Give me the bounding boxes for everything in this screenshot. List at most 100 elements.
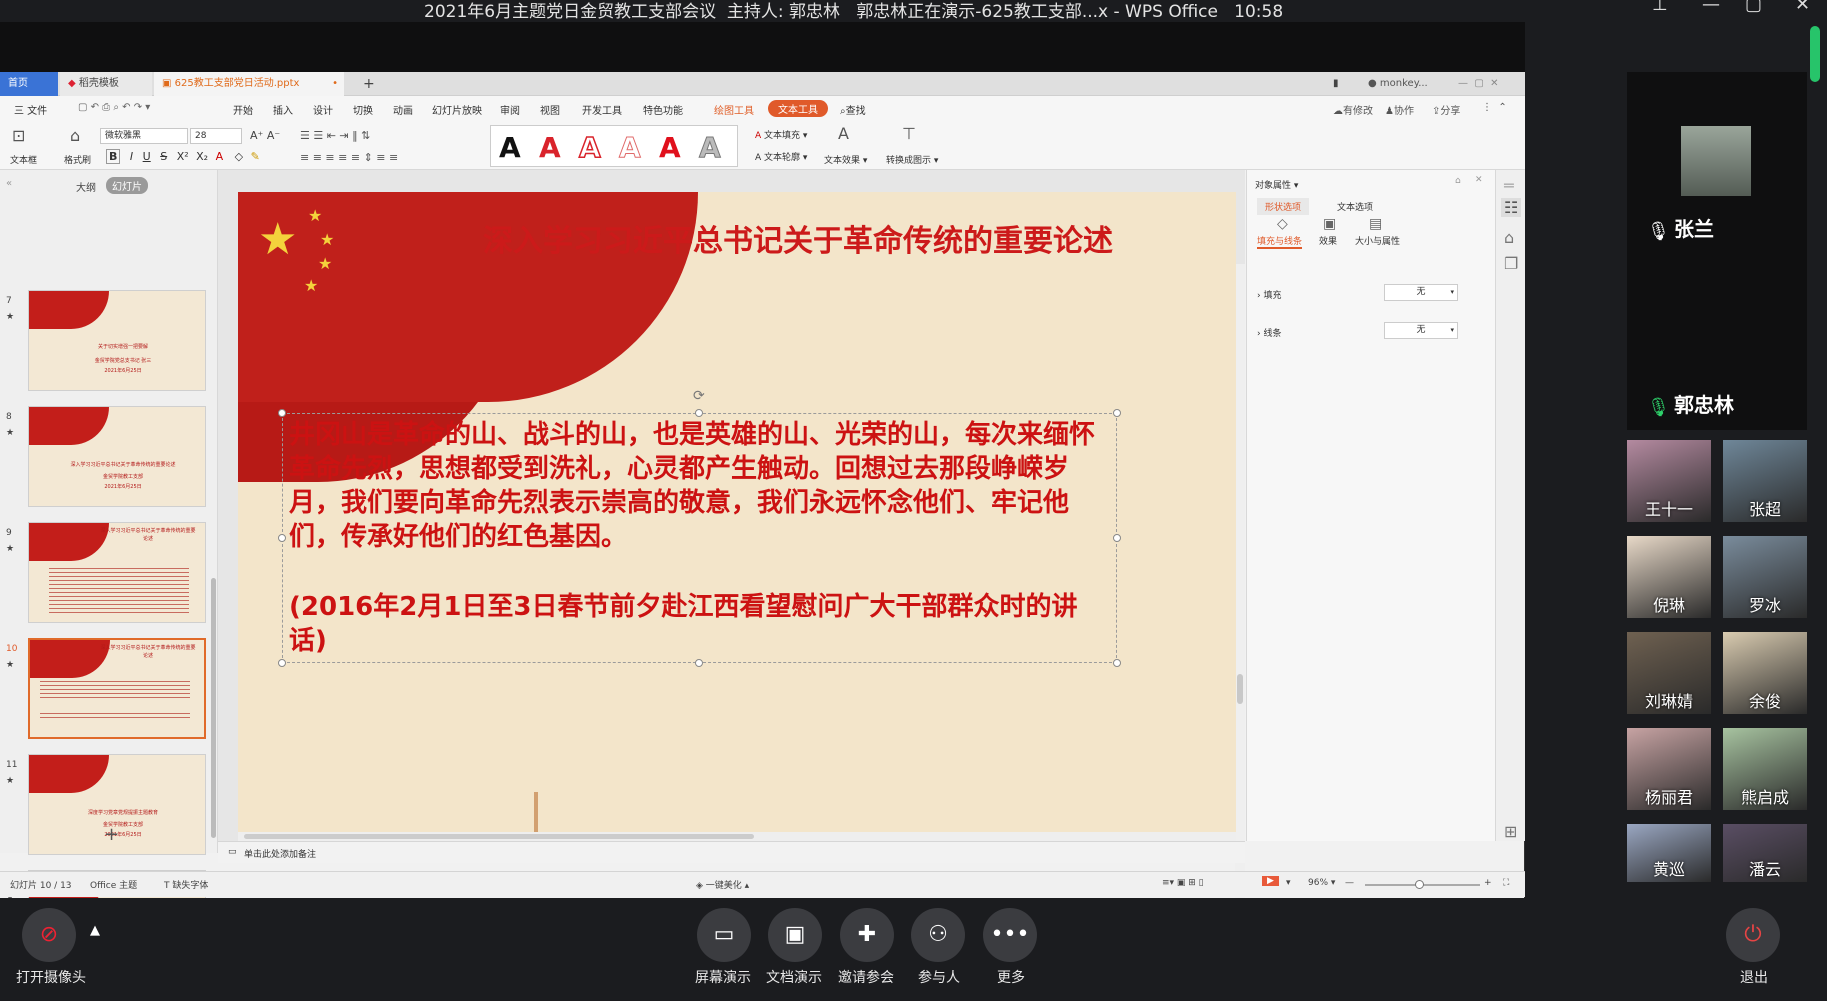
slide-thumb-8[interactable]: 深入学习习近平总书记关于革命传统的重要论述 金贸学院教工支部 2021年6月25…: [28, 406, 206, 507]
speaker-tile-1[interactable]: 🎙 张兰: [1627, 72, 1807, 254]
zoom-level[interactable]: 96% ▾: [1308, 878, 1335, 888]
menu-start[interactable]: 开始: [233, 102, 253, 117]
convert-icon[interactable]: ⊤: [902, 124, 916, 143]
subtab-size[interactable]: 大小与属性: [1355, 234, 1400, 247]
fill-row[interactable]: › 填充: [1257, 288, 1281, 301]
format-brush-button[interactable]: 格式刷: [64, 153, 91, 166]
minimize-icon[interactable]: —: [1702, 0, 1720, 15]
tab-slides[interactable]: 幻灯片: [106, 177, 148, 194]
participant-tile[interactable]: 王十一: [1627, 440, 1711, 522]
participant-tile[interactable]: 潘云: [1723, 824, 1807, 882]
style-black[interactable]: A: [499, 131, 521, 164]
text-effect-button[interactable]: 文本效果 ▾: [824, 153, 867, 166]
screen-share-button[interactable]: ▭: [697, 908, 751, 962]
resize-handle[interactable]: [278, 534, 286, 542]
style-red[interactable]: A: [539, 131, 561, 164]
maximize-icon[interactable]: ▢: [1745, 0, 1762, 15]
window-controls[interactable]: — ▢ ✕: [1450, 72, 1507, 96]
subtab-effect[interactable]: 效果: [1319, 234, 1337, 247]
close-icon[interactable]: ✕: [1475, 175, 1483, 185]
leave-button[interactable]: ⏻: [1726, 908, 1780, 962]
participant-tile[interactable]: 张超: [1723, 440, 1807, 522]
paragraph-align-icons[interactable]: ≡ ≡ ≡ ≡ ≡ ⇕ ≡ ≡: [300, 151, 398, 164]
tab-outline[interactable]: 大纲: [76, 179, 96, 194]
shape-icon[interactable]: ⌂: [1504, 228, 1514, 247]
participant-tile[interactable]: 杨丽君: [1627, 728, 1711, 810]
resize-handle[interactable]: [1113, 659, 1121, 667]
superscript-button[interactable]: X²: [177, 150, 189, 163]
collapse-icon[interactable]: ═: [1504, 176, 1514, 195]
copy-icon[interactable]: ❐: [1504, 254, 1518, 273]
participant-tile[interactable]: 刘琳婧: [1627, 632, 1711, 714]
style-bright-red[interactable]: A: [659, 131, 681, 164]
properties-icon[interactable]: ☷: [1501, 198, 1522, 217]
scroll-thumb[interactable]: [1237, 674, 1243, 704]
scroll-thumb[interactable]: [244, 834, 754, 839]
menu-drawing-tools[interactable]: 绘图工具: [714, 102, 754, 117]
menu-view[interactable]: 视图: [540, 102, 560, 117]
strike-button[interactable]: S: [160, 150, 167, 163]
panel-scrollbar[interactable]: [1810, 26, 1820, 82]
slide-title[interactable]: 深入学习习近平总书记关于革命传统的重要论述: [398, 216, 1198, 260]
font-name-select[interactable]: 微软雅黑: [100, 128, 188, 144]
tab-document[interactable]: ▣ 625教工支部党日活动.pptx •: [154, 72, 344, 96]
slide-thumb-10-selected[interactable]: 深入学习习近平总书记关于革命传统的重要论述: [28, 638, 206, 739]
text-effect-icon[interactable]: A: [838, 124, 849, 143]
share-button[interactable]: ⇪分享: [1432, 102, 1460, 117]
speaker-tile-2[interactable]: 🎙 郭忠林: [1627, 254, 1807, 430]
resize-handle[interactable]: [278, 409, 286, 417]
participants-button[interactable]: ⚇: [911, 908, 965, 962]
clear-format-icon[interactable]: ◇: [235, 150, 243, 163]
menu-slideshow[interactable]: 幻灯片放映: [432, 102, 482, 117]
textbox-button[interactable]: 文本框: [10, 153, 37, 166]
resize-handle[interactable]: [1113, 534, 1121, 542]
zoom-in-icon[interactable]: +: [1484, 878, 1492, 888]
menu-design[interactable]: 设计: [313, 102, 333, 117]
menu-file[interactable]: 三 文件: [14, 102, 47, 117]
font-color-button[interactable]: A: [216, 150, 224, 163]
menu-features[interactable]: 特色功能: [643, 102, 683, 117]
zoom-slider[interactable]: [1365, 880, 1480, 889]
textbox-icon[interactable]: ⊡: [12, 126, 25, 145]
style-red-outline[interactable]: A: [578, 130, 601, 165]
fill-line-icon[interactable]: ◇: [1277, 216, 1288, 232]
close-icon[interactable]: ✕: [1795, 0, 1810, 15]
user-account[interactable]: ● monkey...: [1360, 72, 1436, 96]
font-grow-shrink-icons[interactable]: A⁺ A⁻: [250, 129, 280, 142]
menu-insert[interactable]: 插入: [273, 102, 293, 117]
notes-placeholder[interactable]: 单击此处添加备注: [244, 847, 316, 860]
menu-transition[interactable]: 切换: [353, 102, 373, 117]
notes-bar[interactable]: ▭ 单击此处添加备注: [218, 841, 1245, 863]
participant-tile[interactable]: 熊启成: [1723, 728, 1807, 810]
slide-textbox-selected[interactable]: 井冈山是革命的山、战斗的山，也是英雄的山、光荣的山，每次来缅怀革命先烈，思想都受…: [278, 409, 1121, 667]
menu-review[interactable]: 审阅: [500, 102, 520, 117]
participant-tile[interactable]: 余俊: [1723, 632, 1807, 714]
lock-icon[interactable]: ⌂: [1455, 176, 1461, 186]
beautify-button[interactable]: ◈ 一键美化 ▴: [696, 878, 749, 891]
text-fill-button[interactable]: A 文本填充 ▾: [755, 128, 807, 141]
camera-button[interactable]: ⊘: [22, 908, 76, 962]
line-row[interactable]: › 线条: [1257, 326, 1281, 339]
menu-developer[interactable]: 开发工具: [582, 102, 622, 117]
new-tab-button[interactable]: +: [355, 72, 383, 96]
tab-home[interactable]: 首页: [0, 72, 58, 96]
play-dropdown-icon[interactable]: ▾: [1286, 878, 1291, 888]
changes-button[interactable]: ☁有修改: [1333, 102, 1373, 117]
resize-handle[interactable]: [278, 659, 286, 667]
zoom-slider-thumb[interactable]: [1415, 880, 1424, 889]
fit-window-icon[interactable]: ⛶: [1503, 878, 1509, 888]
tab-shape-options[interactable]: 形状选项: [1257, 198, 1310, 215]
doc-present-button[interactable]: ▣: [768, 908, 822, 962]
thumb-scrollbar[interactable]: [211, 578, 216, 838]
font-style-buttons[interactable]: B I U S X² X₂ A ◇ ✎: [106, 149, 260, 164]
collapse-panel-icon[interactable]: «: [6, 178, 12, 189]
more-button[interactable]: •••: [983, 908, 1037, 962]
zoom-out-icon[interactable]: —: [1345, 878, 1354, 888]
bold-button[interactable]: B: [106, 149, 121, 164]
menu-text-tools[interactable]: 文本工具: [768, 100, 828, 117]
size-icon[interactable]: ▤: [1369, 216, 1382, 232]
italic-button[interactable]: I: [130, 150, 133, 163]
underline-button[interactable]: U: [143, 150, 151, 163]
subtab-fill-line[interactable]: 填充与线条: [1257, 234, 1303, 249]
tab-template[interactable]: ◆ 稻壳模板: [60, 72, 152, 96]
